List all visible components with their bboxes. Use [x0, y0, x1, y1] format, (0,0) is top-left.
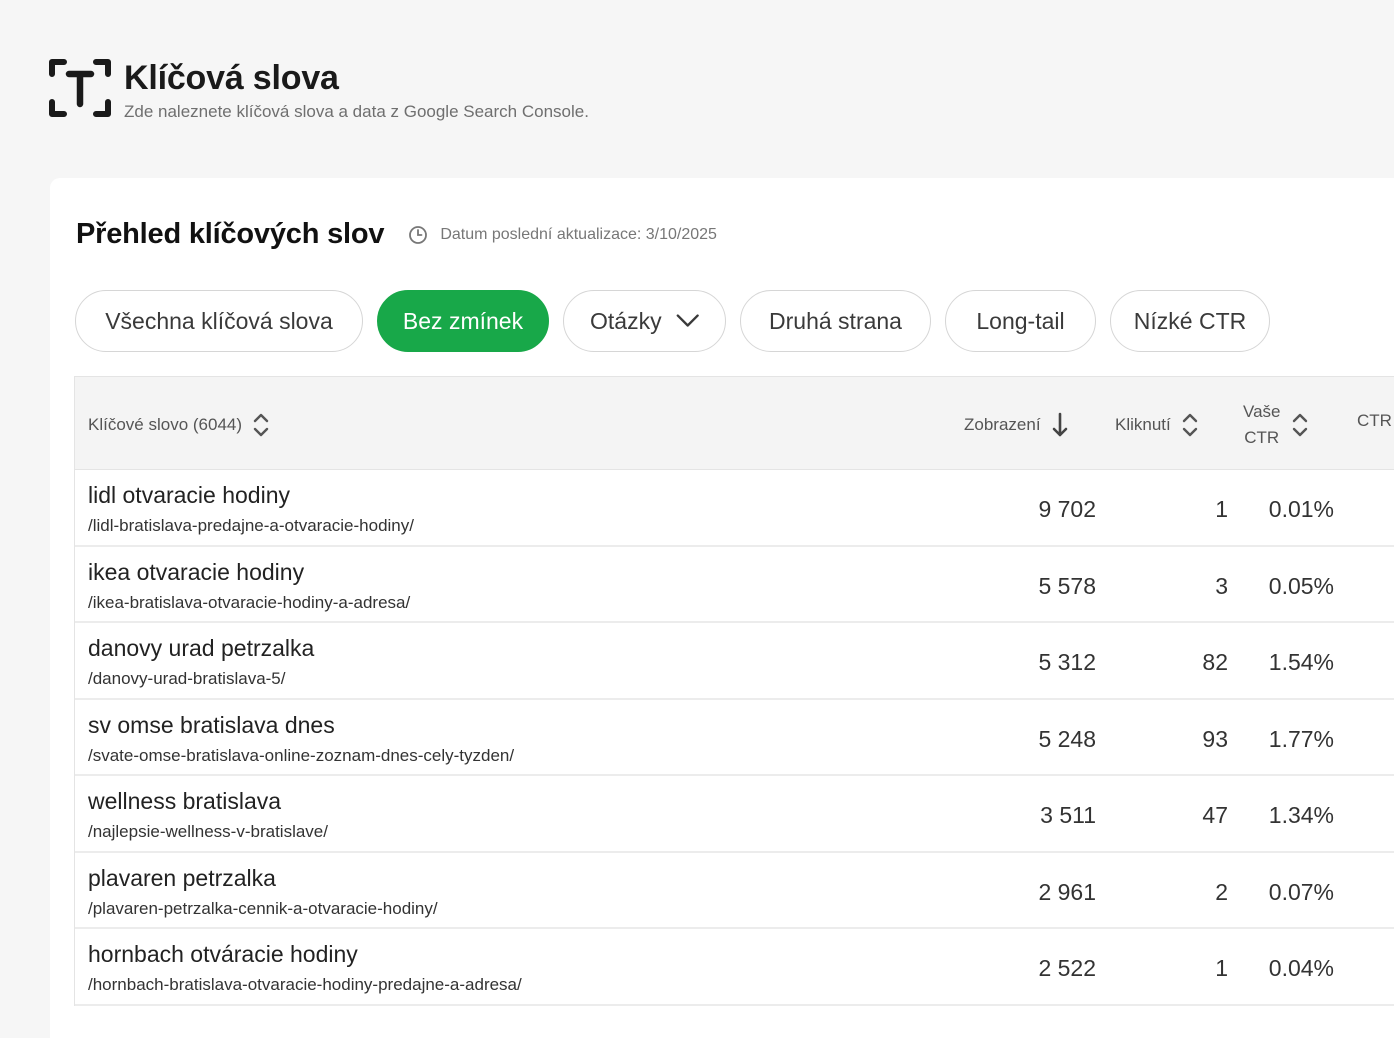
table-row[interactable]: wellness bratislava /najlepsie-wellness-…	[75, 776, 1394, 853]
keyword-text: danovy urad petrzalka	[88, 635, 315, 661]
keyword-url: /ikea-bratislava-otvaracie-hodiny-a-adre…	[88, 592, 411, 612]
column-your-ctr-line1: Vaše	[1243, 402, 1281, 421]
column-your-ctr-line2: CTR	[1244, 428, 1280, 447]
impressions-value: 5 578	[1038, 572, 1096, 599]
clicks-value: 82	[1202, 649, 1228, 675]
keyword-url: /najlepsie-wellness-v-bratislave/	[88, 822, 328, 841]
sort-icon	[1182, 413, 1197, 437]
impressions-value: 3 511	[1040, 802, 1096, 828]
keyword-text: hornbach otváracie hodiny	[88, 941, 358, 967]
impressions-value: 5 312	[1038, 649, 1096, 675]
page-title: Klíčová slova	[124, 59, 339, 97]
filter-label: Druhá strana	[769, 307, 902, 334]
filter-chips: Všechna klíčová slova Bez zmínek Otázky …	[75, 290, 1284, 352]
keyword-text: wellness bratislava	[88, 788, 282, 814]
filter-second-page[interactable]: Druhá strana	[740, 290, 931, 352]
keyword-url: /danovy-urad-bratislava-5/	[88, 669, 286, 688]
clicks-value: 2	[1215, 878, 1228, 905]
keyword-url: /svate-omse-bratislava-online-zoznam-dne…	[88, 745, 515, 765]
keyword-url: /plavaren-petrzalka-cennik-a-otvaracie-h…	[88, 898, 438, 918]
clicks-value: 1	[1215, 496, 1228, 522]
filter-questions-dropdown[interactable]: Otázky	[563, 290, 726, 352]
table-row[interactable]: hornbach otváracie hodiny /hornbach-brat…	[75, 929, 1394, 1006]
filter-long-tail[interactable]: Long-tail	[945, 290, 1096, 352]
impressions-value: 9 702	[1038, 496, 1096, 522]
filter-label: Long-tail	[976, 307, 1065, 334]
your-ctr-value: 0.07%	[1268, 878, 1334, 905]
keyword-url: /lidl-bratislava-predajne-a-otvaracie-ho…	[88, 516, 414, 535]
chevron-down-icon	[676, 314, 699, 327]
table-header: Klíčové slovo (6044) Zobrazení Kliknutí	[75, 377, 1394, 470]
filter-low-ctr[interactable]: Nízké CTR	[1110, 290, 1270, 352]
column-ctr-sort[interactable]: CTR	[1357, 411, 1392, 431]
column-your-ctr-sort[interactable]: Vaše CTR	[1243, 399, 1309, 451]
page-header: Klíčová slova Zde naleznete klíčová slov…	[48, 56, 589, 122]
title-block: Klíčová slova Zde naleznete klíčová slov…	[124, 56, 589, 122]
text-t-icon	[49, 59, 111, 117]
column-keyword-sort[interactable]: Klíčové slovo (6044)	[88, 411, 270, 439]
table-row[interactable]: sv omse bratislava dnes /svate-omse-brat…	[75, 699, 1394, 776]
your-ctr-value: 1.77%	[1268, 725, 1334, 752]
keyword-text: plavaren petrzalka	[88, 864, 276, 891]
filter-label: Bez zmínek	[402, 307, 524, 334]
your-ctr-value: 0.04%	[1268, 955, 1334, 981]
keywords-card: Přehled klíčových slov Datum poslední ak…	[50, 178, 1394, 1038]
page-subtitle: Zde naleznete klíčová slova a data z Goo…	[124, 102, 589, 121]
sort-icon	[1292, 413, 1307, 437]
last-update-label: Datum poslední aktualizace: 3/10/2025	[440, 225, 717, 243]
column-keyword-label: Klíčové slovo (6044)	[88, 415, 243, 434]
column-clicks-label: Kliknutí	[1115, 415, 1171, 434]
keywords-table: Klíčové slovo (6044) Zobrazení Kliknutí	[74, 376, 1394, 1006]
column-ctr-label: CTR	[1357, 411, 1392, 430]
column-impressions-sort[interactable]: Zobrazení	[964, 411, 1069, 439]
keyword-text: lidl otvaracie hodiny	[88, 482, 291, 508]
filter-all-keywords[interactable]: Všechna klíčová slova	[75, 290, 363, 352]
table-row[interactable]: plavaren petrzalka /plavaren-petrzalka-c…	[75, 852, 1394, 929]
your-ctr-value: 0.01%	[1268, 496, 1334, 522]
filter-label: Všechna klíčová slova	[105, 307, 333, 334]
filter-label: Otázky	[590, 307, 662, 334]
table-row[interactable]: lidl otvaracie hodiny /lidl-bratislava-p…	[75, 470, 1394, 547]
column-your-ctr-label: Vaše CTR	[1243, 399, 1281, 451]
your-ctr-value: 1.54%	[1268, 649, 1334, 675]
filter-no-mentions[interactable]: Bez zmínek	[377, 290, 549, 352]
column-impressions-label: Zobrazení	[964, 415, 1041, 434]
impressions-value: 5 248	[1038, 725, 1096, 752]
sort-icon	[253, 413, 269, 437]
keyword-text: sv omse bratislava dnes	[88, 711, 335, 738]
impressions-value: 2 961	[1038, 878, 1096, 905]
impressions-value: 2 522	[1038, 955, 1096, 981]
column-clicks-sort[interactable]: Kliknutí	[1115, 411, 1199, 439]
your-ctr-value: 0.05%	[1268, 572, 1334, 599]
table-row[interactable]: ikea otvaracie hodiny /ikea-bratislava-o…	[75, 546, 1394, 623]
filter-label: Nízké CTR	[1133, 307, 1247, 334]
card-header: Přehled klíčových slov Datum poslední ak…	[76, 218, 717, 251]
clicks-value: 3	[1215, 572, 1228, 599]
keyword-text: ikea otvaracie hodiny	[88, 558, 305, 585]
overview-title: Přehled klíčových slov	[76, 218, 385, 250]
clicks-value: 1	[1215, 955, 1228, 981]
keyword-url: /hornbach-bratislava-otvaracie-hodiny-pr…	[88, 975, 522, 994]
arrow-down-icon	[1052, 412, 1067, 437]
clock-icon	[409, 225, 428, 244]
clicks-value: 47	[1202, 802, 1228, 828]
your-ctr-value: 1.34%	[1268, 802, 1334, 828]
last-update-info: Datum poslední aktualizace: 3/10/2025	[408, 225, 717, 245]
clicks-value: 93	[1202, 725, 1228, 752]
table-row[interactable]: danovy urad petrzalka /danovy-urad-brati…	[75, 623, 1394, 700]
